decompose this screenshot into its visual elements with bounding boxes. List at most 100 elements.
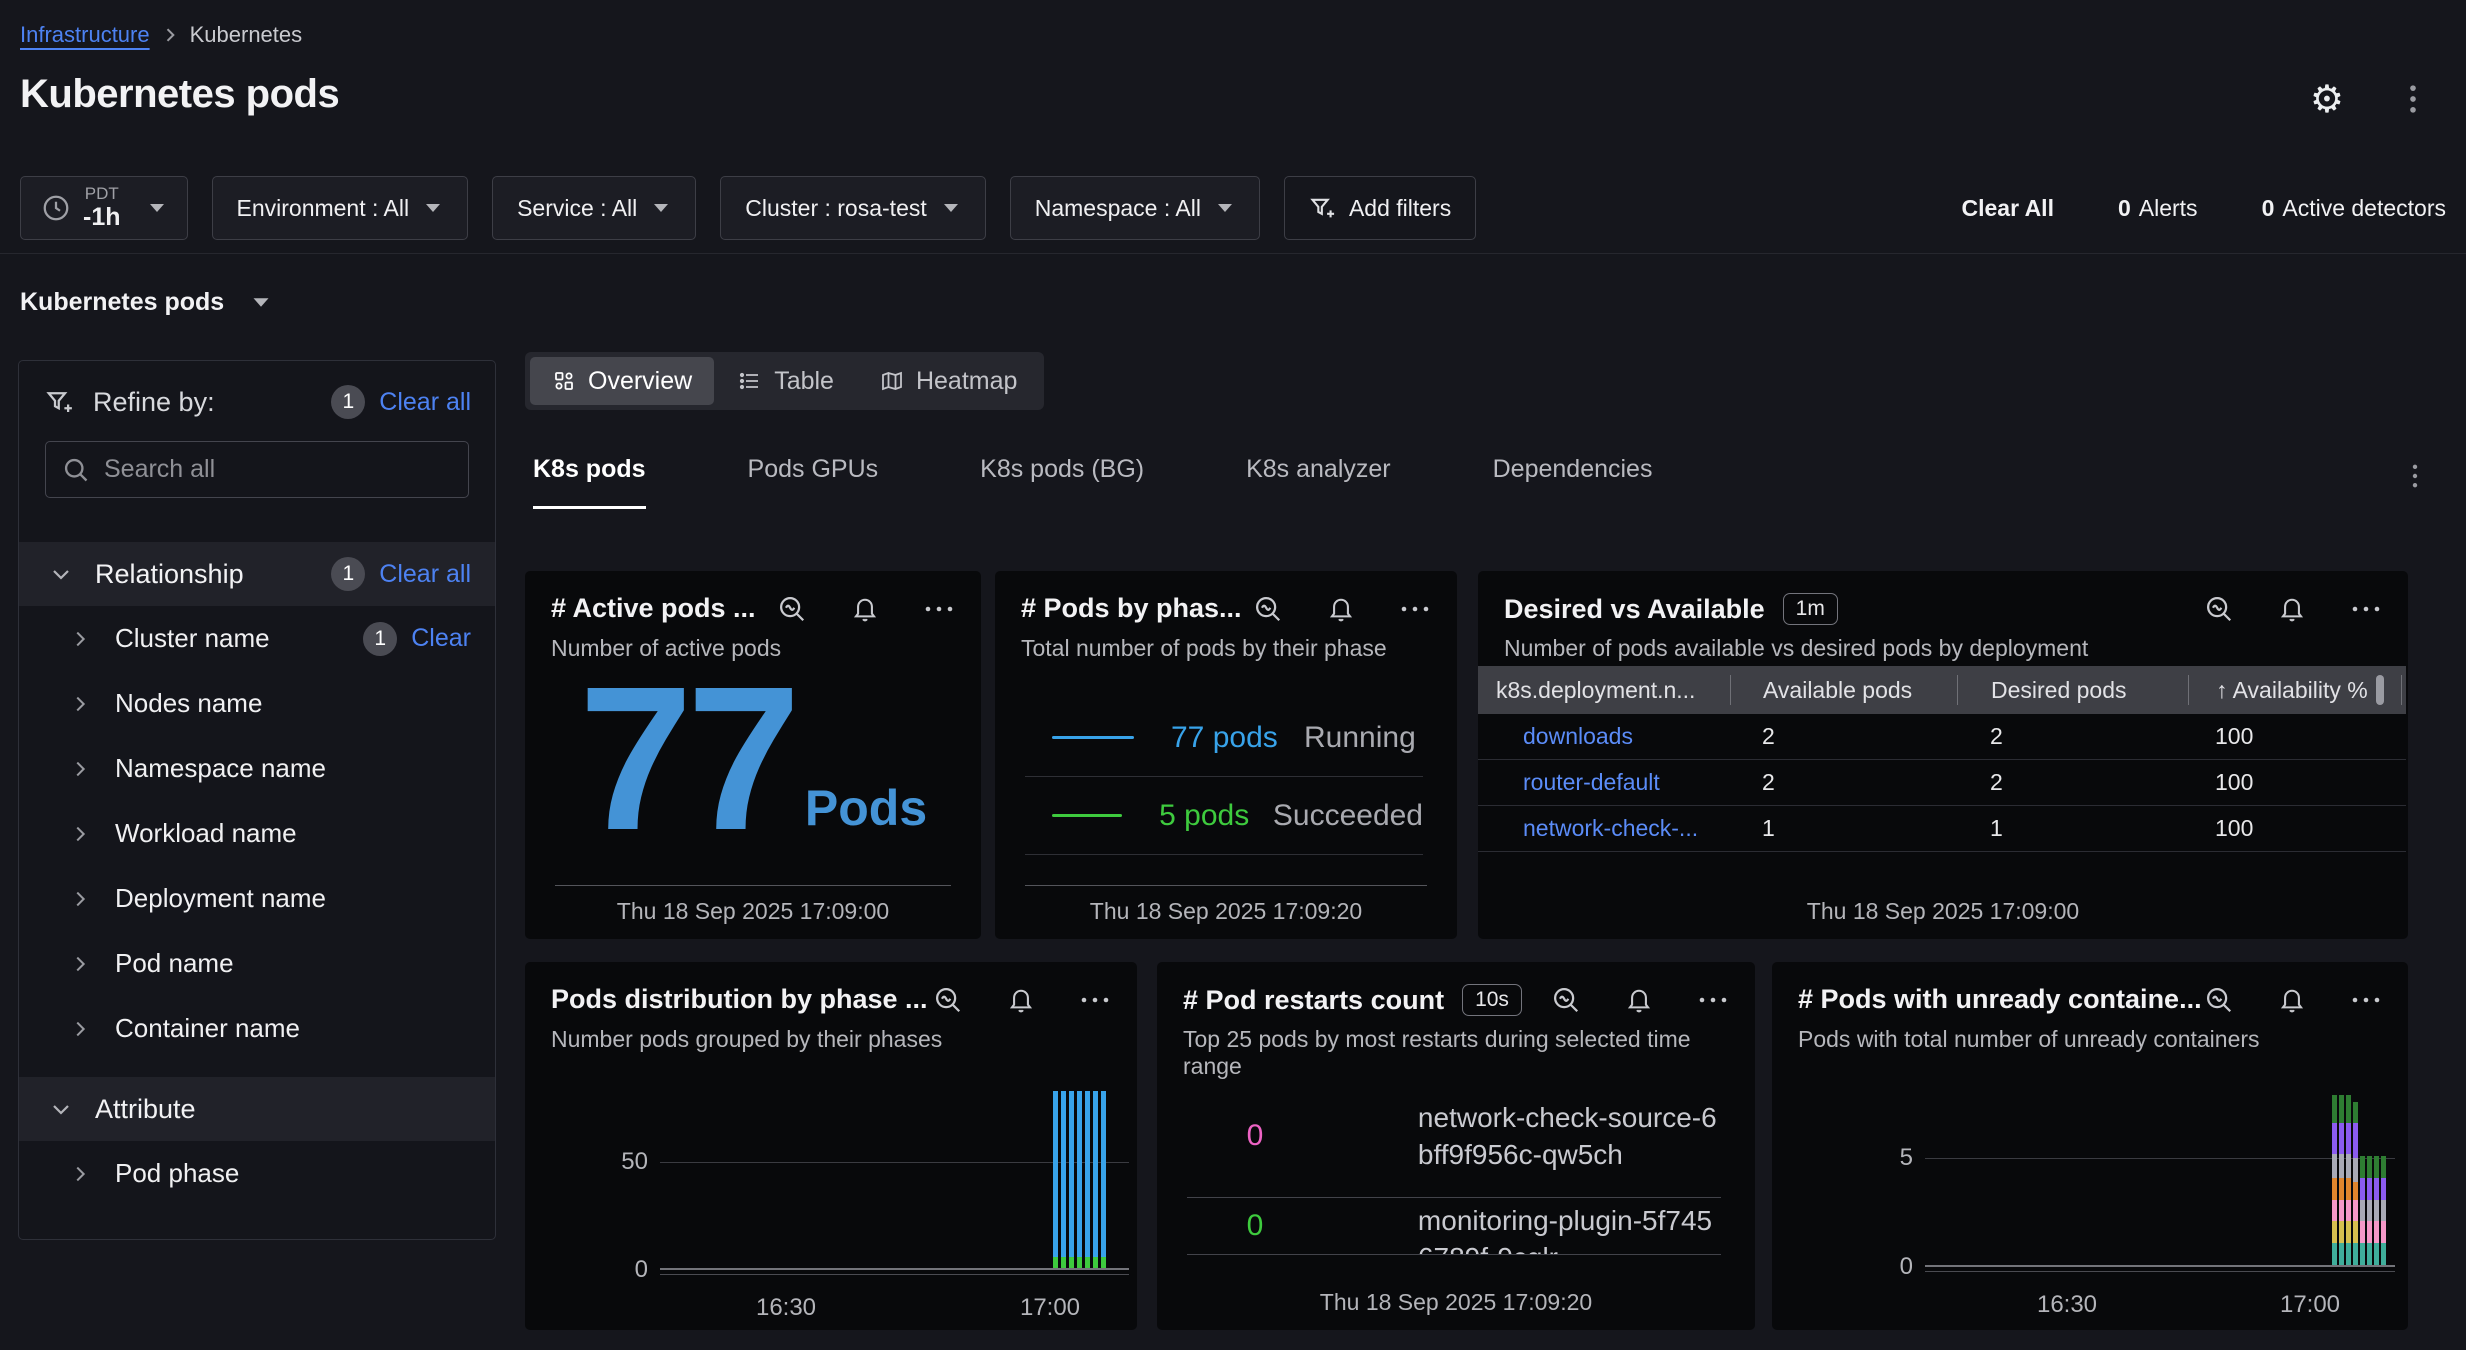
- view-toggle-table[interactable]: Table: [716, 357, 856, 405]
- bell-icon[interactable]: [1007, 985, 1035, 1015]
- available-pods-cell: 1: [1730, 815, 1957, 842]
- running-series-line: [1052, 736, 1134, 739]
- zoom-chart-icon[interactable]: [933, 985, 963, 1015]
- sidebar-item-deployment-name[interactable]: Deployment name: [19, 866, 495, 931]
- table-scrollbar-thumb[interactable]: [2376, 675, 2384, 705]
- zoom-chart-icon[interactable]: [2204, 594, 2234, 624]
- chevron-right-icon: [69, 888, 91, 910]
- y-tick-5: 5: [1869, 1144, 1913, 1172]
- filter-environment[interactable]: Environment : All: [212, 176, 469, 240]
- zoom-chart-icon[interactable]: [1551, 985, 1581, 1015]
- table-row[interactable]: network-check-... 1 1 100: [1478, 806, 2406, 852]
- restart-count: 0: [1187, 1074, 1323, 1197]
- sidebar-item-namespace-name[interactable]: Namespace name: [19, 736, 495, 801]
- legend-row-running[interactable]: 77 pods Running: [1025, 699, 1423, 777]
- view-toggle-heatmap[interactable]: Heatmap: [858, 357, 1039, 405]
- sidebar-item-workload-name[interactable]: Workload name: [19, 801, 495, 866]
- dashboard-grid-icon: [552, 369, 576, 393]
- legend-row-succeeded[interactable]: 5 pods Succeeded: [1025, 777, 1423, 855]
- bell-icon[interactable]: [1327, 594, 1355, 624]
- section-attribute-label: Attribute: [95, 1094, 196, 1125]
- sidebar-item-nodes-name[interactable]: Nodes name: [19, 671, 495, 736]
- ellipsis-menu-icon[interactable]: [2350, 995, 2382, 1005]
- clear-all-button[interactable]: Clear All: [1962, 195, 2054, 222]
- sidebar-item-label: Pod name: [115, 948, 234, 979]
- view-toggle-table-label: Table: [774, 367, 834, 396]
- ellipsis-menu-icon[interactable]: [923, 604, 955, 614]
- tab-pods-gpus[interactable]: Pods GPUs: [748, 455, 879, 506]
- card-timestamp: Thu 18 Sep 2025 17:09:20: [1025, 885, 1427, 925]
- sidebar-item-label: Deployment name: [115, 883, 326, 914]
- gear-icon[interactable]: ⚙: [2310, 80, 2344, 118]
- add-filters-label: Add filters: [1349, 195, 1451, 222]
- list-item[interactable]: 0 network-check-source-6bff9f956c-qw5ch: [1187, 1074, 1721, 1198]
- tab-dependencies[interactable]: Dependencies: [1493, 455, 1653, 506]
- unready-bar-chart[interactable]: 5 0 16:30 17:00: [1925, 1077, 2395, 1267]
- filter-cluster[interactable]: Cluster : rosa-test: [720, 176, 986, 240]
- view-toggle: Overview Table Heatmap: [525, 352, 1044, 410]
- time-picker[interactable]: PDT -1h: [20, 176, 188, 240]
- sidebar-item-label: Namespace name: [115, 753, 326, 784]
- tab-k8s-pods[interactable]: K8s pods: [533, 455, 646, 509]
- card-title: # Pod restarts count: [1183, 985, 1444, 1016]
- sidebar-item-pod-name[interactable]: Pod name: [19, 931, 495, 996]
- ellipsis-menu-icon[interactable]: [2350, 604, 2382, 614]
- deployment-link[interactable]: network-check-...: [1478, 815, 1730, 842]
- column-header-desired[interactable]: Desired pods: [1957, 675, 2188, 705]
- card-title: # Pods by phas...: [1021, 593, 1242, 624]
- bell-icon[interactable]: [2278, 985, 2306, 1015]
- ellipsis-menu-icon[interactable]: [1399, 604, 1431, 614]
- ellipsis-menu-icon[interactable]: [1697, 995, 1729, 1005]
- detectors-count-label: Active detectors: [2282, 195, 2446, 221]
- active-pods-value: 77: [579, 679, 795, 839]
- kebab-menu-icon[interactable]: [2400, 82, 2426, 116]
- breadcrumb: Infrastructure Kubernetes: [20, 22, 302, 48]
- column-header-deployment[interactable]: k8s.deployment.n...: [1478, 675, 1730, 705]
- kebab-menu-icon[interactable]: [2404, 461, 2426, 491]
- refine-clear-all-link[interactable]: Clear all: [379, 388, 471, 417]
- sidebar-item-label: Cluster name: [115, 623, 270, 654]
- table-row[interactable]: router-default 2 2 100: [1478, 760, 2406, 806]
- chevron-right-icon: [69, 953, 91, 975]
- dashboard-selector[interactable]: Kubernetes pods: [20, 288, 272, 317]
- filter-namespace[interactable]: Namespace : All: [1010, 176, 1260, 240]
- deployment-link[interactable]: downloads: [1478, 723, 1730, 750]
- relationship-clear-all-link[interactable]: Clear all: [379, 560, 471, 589]
- tab-k8s-pods-bg[interactable]: K8s pods (BG): [980, 455, 1144, 506]
- section-relationship[interactable]: Relationship 1 Clear all: [19, 542, 495, 606]
- zoom-chart-icon[interactable]: [1253, 594, 1283, 624]
- view-toggle-overview[interactable]: Overview: [530, 357, 714, 405]
- tab-k8s-analyzer[interactable]: K8s analyzer: [1246, 455, 1391, 506]
- sidebar-item-cluster-name[interactable]: Cluster name 1 Clear: [19, 606, 495, 671]
- refine-by-label: Refine by:: [93, 387, 215, 418]
- alerts-count-value: 0: [2118, 195, 2131, 221]
- zoom-chart-icon[interactable]: [2204, 985, 2234, 1015]
- stacked-bar: [2367, 1156, 2372, 1265]
- column-header-available[interactable]: Available pods: [1730, 675, 1957, 705]
- zoom-chart-icon[interactable]: [777, 594, 807, 624]
- deployment-link[interactable]: router-default: [1478, 769, 1730, 796]
- caret-down-icon: [147, 201, 167, 215]
- bell-icon[interactable]: [2278, 594, 2306, 624]
- ellipsis-menu-icon[interactable]: [1079, 995, 1111, 1005]
- succeeded-series-line: [1052, 814, 1122, 817]
- column-header-availability-sorted[interactable]: ↑ Availability %: [2188, 675, 2370, 705]
- search-input[interactable]: [104, 455, 452, 484]
- list-item[interactable]: 0 monitoring-plugin-5f7456789f-9cglr: [1187, 1198, 1721, 1255]
- bell-icon[interactable]: [851, 594, 879, 624]
- stacked-bar: [2374, 1156, 2379, 1265]
- section-attribute[interactable]: Attribute: [19, 1077, 495, 1141]
- succeeded-value: 5 pods: [1159, 799, 1273, 833]
- filter-service[interactable]: Service : All: [492, 176, 696, 240]
- table-row[interactable]: downloads 2 2 100: [1478, 714, 2406, 760]
- sidebar-item-pod-phase[interactable]: Pod phase: [19, 1141, 495, 1206]
- distribution-bar-chart[interactable]: 50 0 16:30 17:00: [660, 1082, 1129, 1270]
- add-filters-button[interactable]: Add filters: [1284, 176, 1476, 240]
- sidebar-item-container-name[interactable]: Container name: [19, 996, 495, 1061]
- bell-icon[interactable]: [1625, 985, 1653, 1015]
- stacked-bar: [1093, 1091, 1098, 1268]
- filter-service-label: Service : All: [517, 195, 637, 222]
- breadcrumb-link-infrastructure[interactable]: Infrastructure: [20, 22, 150, 48]
- cluster-name-clear-link[interactable]: Clear: [411, 624, 471, 653]
- card-timestamp: Thu 18 Sep 2025 17:09:00: [555, 885, 951, 925]
